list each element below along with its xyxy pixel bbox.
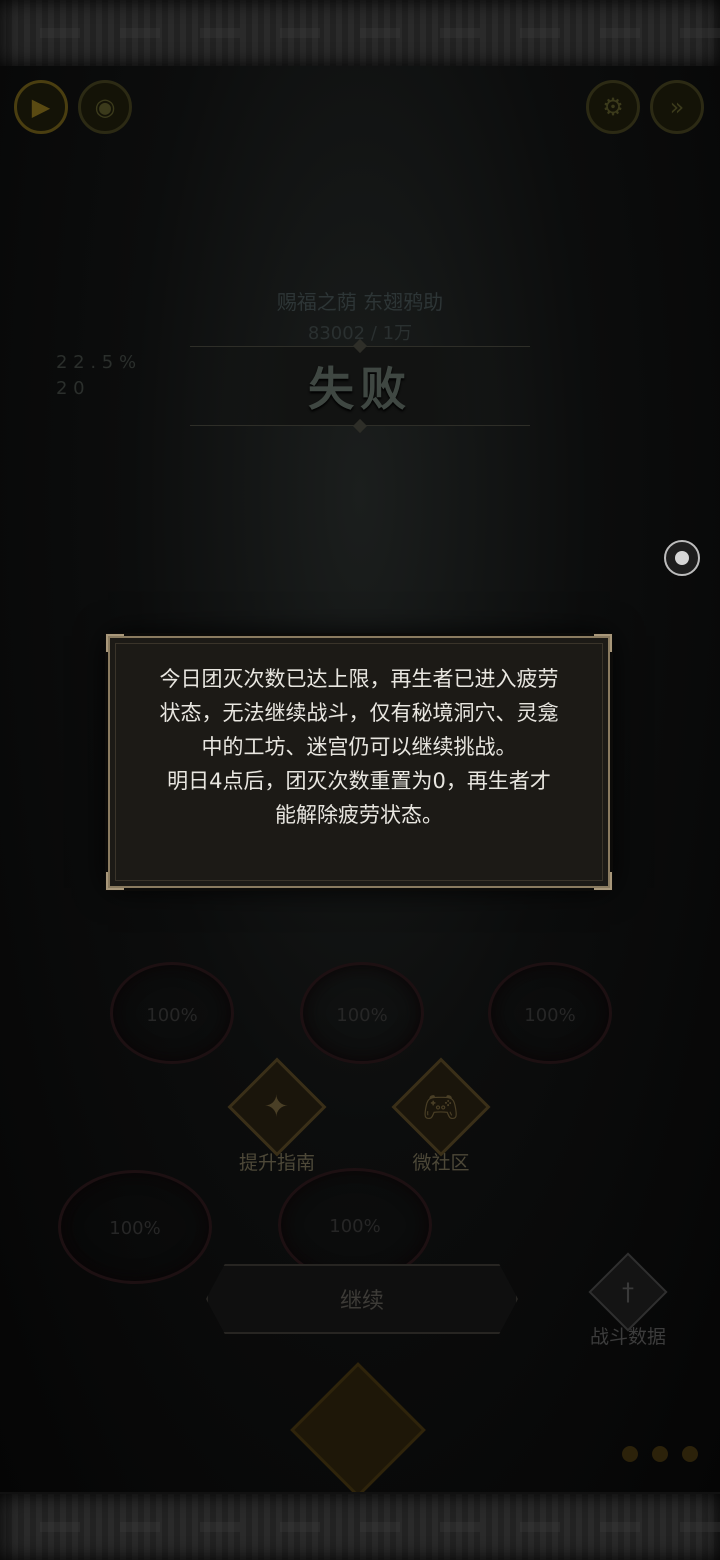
dialog-paragraph: 明日4点后，团灭次数重置为0，再生者才能解除疲劳状态。 (167, 769, 551, 827)
result-banner: 失败 (190, 346, 530, 426)
hp-percent: 100% (524, 1005, 576, 1027)
enemy-stats: 2 2 . 5 % 2 0 (56, 350, 136, 402)
party-member-ring: 100% (110, 962, 234, 1064)
stat-line: 2 0 (56, 378, 85, 399)
battle-result-screen: ▶ ◉ ⚙ » 赐福之荫 东翅鸦助 83002 / 1万 2 2 . 5 % 2… (0, 0, 720, 1560)
play-icon[interactable]: ▶ (14, 80, 68, 134)
bottom-ornament-frame (0, 1492, 720, 1560)
dialog-corner (106, 634, 124, 652)
hp-percent: 100% (109, 1218, 161, 1240)
settings-icon[interactable]: ⚙ (586, 80, 640, 134)
sword-icon: † (588, 1252, 668, 1332)
top-ornament-frame (0, 0, 720, 68)
party-member-ring: 100% (58, 1170, 212, 1284)
continue-label: 继续 (339, 1289, 384, 1314)
record-icon[interactable]: ◉ (78, 80, 132, 134)
dialog-corner (106, 872, 124, 890)
hp-percent: 100% (336, 1005, 388, 1027)
party-member-ring: 100% (488, 962, 612, 1064)
enemy-info: 赐福之荫 东翅鸦助 83002 / 1万 (0, 286, 720, 345)
dialog-corner (594, 634, 612, 652)
speed-icon[interactable]: » (650, 80, 704, 134)
dialog-message: 今日团灭次数已达上限，再生者已进入疲劳状态，无法继续战斗，仅有秘境洞穴、灵龛中的… (158, 662, 560, 832)
battle-data-button[interactable]: † 战斗数据 (584, 1252, 672, 1349)
fatigue-notice-dialog[interactable]: 今日团灭次数已达上限，再生者已进入疲劳状态，无法继续战斗，仅有秘境洞穴、灵龛中的… (106, 634, 612, 890)
hp-percent: 100% (329, 1216, 381, 1238)
continue-button[interactable]: 继续 (206, 1264, 518, 1334)
party-member-ring: 100% (300, 962, 424, 1064)
assistive-touch-icon[interactable] (664, 540, 700, 576)
dot (682, 1446, 698, 1462)
dot (652, 1446, 668, 1462)
dot (622, 1446, 638, 1462)
dialog-paragraph: 今日团灭次数已达上限，再生者已进入疲劳状态，无法继续战斗，仅有秘境洞穴、灵龛中的… (159, 667, 559, 759)
hp-percent: 100% (146, 1005, 198, 1027)
stat-line: 2 2 . 5 % (56, 352, 137, 373)
enemy-name: 赐福之荫 东翅鸦助 (276, 290, 444, 314)
compass-icon: ✦ (227, 1057, 327, 1157)
community-button[interactable]: 🎮︎ 微社区 (386, 1057, 496, 1175)
page-dots (622, 1446, 698, 1462)
dialog-corner (594, 872, 612, 890)
upgrade-guide-button[interactable]: ✦ 提升指南 (222, 1057, 332, 1175)
gamepad-icon: 🎮︎ (391, 1057, 491, 1157)
result-title: 失败 (308, 362, 412, 416)
